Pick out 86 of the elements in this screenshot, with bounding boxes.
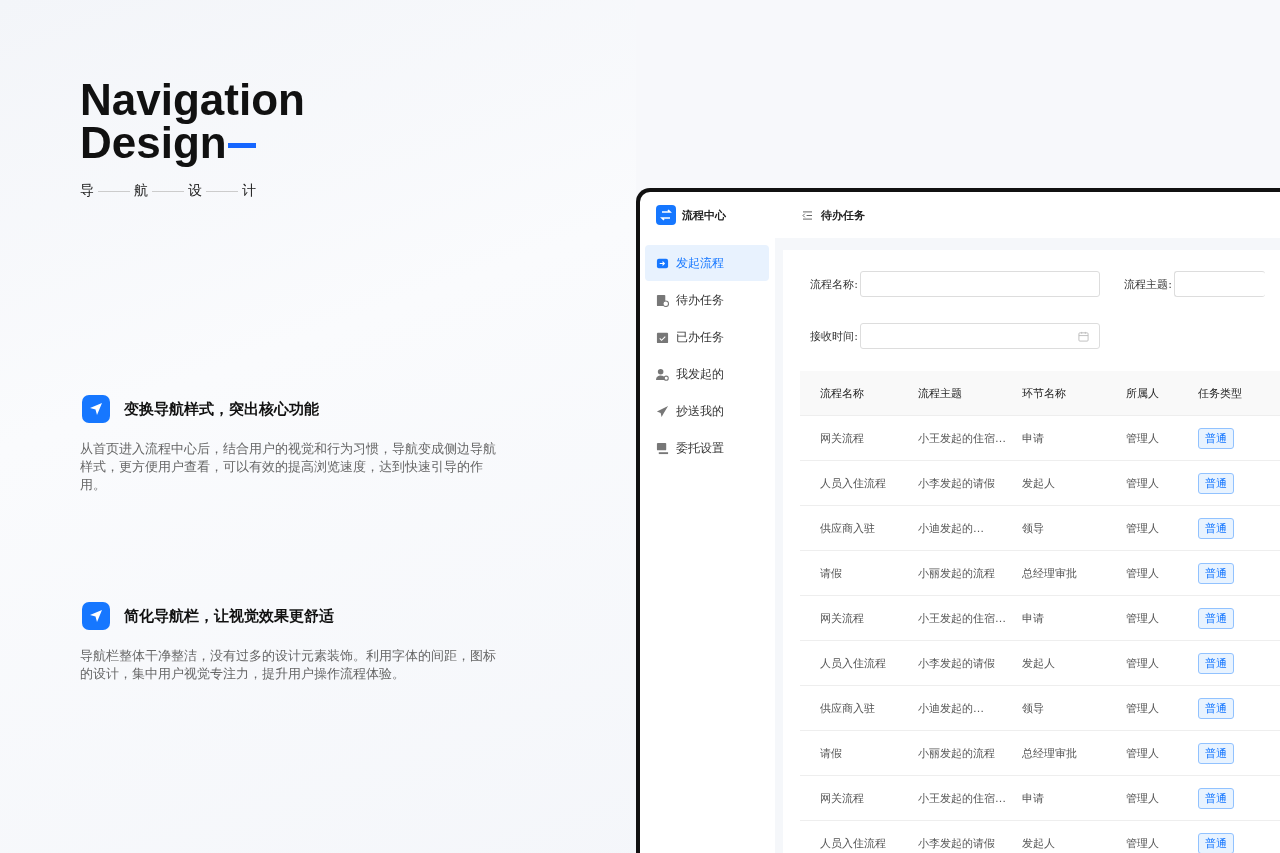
table-cell-text: 管理人 (1126, 475, 1160, 491)
table-cell-text: 管理人 (1126, 790, 1160, 806)
task-type-tag: 普通 (1198, 472, 1234, 494)
table-cell-text: 人员入住流程 (820, 475, 887, 491)
feature-heading: 简化导航栏，让视觉效果更舒适 (124, 606, 334, 626)
task-type-tag: 普通 (1198, 832, 1234, 853)
date-field[interactable] (860, 323, 1100, 349)
app-title: 流程中心 (682, 207, 726, 223)
subtitle-character: 导 (80, 182, 94, 200)
task-type-tag: 普通 (1198, 427, 1234, 449)
task-type-tag: 普通 (1198, 517, 1234, 539)
table-cell-text: 小丽发起的流程 (918, 745, 996, 761)
task-type-tag: 普通 (1198, 697, 1234, 719)
table-cell-text: 小王发起的住宿… (918, 610, 1007, 626)
table-cell-text: 人员入住流程 (820, 835, 887, 851)
table-cell-text: 发起人 (1022, 655, 1056, 671)
table-cell-text: 管理人 (1126, 430, 1160, 446)
table-cell-text: 申请 (1022, 610, 1045, 626)
table-cell-text: 管理人 (1126, 835, 1160, 851)
table-cell-text: 请假 (820, 745, 843, 761)
sidebar-item[interactable]: 委托设置 (645, 430, 769, 466)
page-title: 待办任务 (821, 207, 865, 223)
table-cell-text: 网关流程 (820, 790, 865, 806)
table-cell-text: 管理人 (1126, 700, 1160, 716)
task-type-tag: 普通 (1198, 652, 1234, 674)
table-cell-text: 小李发起的请假 (918, 655, 996, 671)
input-field[interactable] (860, 271, 1100, 297)
table-cell-text: 小丽发起的流程 (918, 565, 996, 581)
column-header: 任务类型 (1198, 385, 1243, 401)
export-icon (656, 256, 669, 270)
table-cell-text: 领导 (1022, 520, 1045, 536)
sidebar-item[interactable]: 我发起的 (645, 356, 769, 392)
sidebar-item[interactable]: 待办任务 (645, 282, 769, 318)
column-header: 流程名称 (820, 385, 865, 401)
filter-label: 接收时间: (809, 328, 858, 344)
task-type-tag: 普通 (1198, 607, 1234, 629)
table-cell-text: 供应商入驻 (820, 700, 876, 716)
column-header: 环节名称 (1022, 385, 1067, 401)
column-header: 所属人 (1126, 385, 1160, 401)
table-cell-text: 小李发起的请假 (918, 835, 996, 851)
table-cell-text: 申请 (1022, 430, 1045, 446)
table-cell-text: 小迪发起的… (918, 520, 985, 536)
subtitle-character: 设 (188, 182, 202, 200)
task-type-tag: 普通 (1198, 562, 1234, 584)
table-cell-text: 管理人 (1126, 565, 1160, 581)
subtitle-character: 计 (242, 182, 256, 200)
table-cell-text: 领导 (1022, 700, 1045, 716)
task-type-tag: 普通 (1198, 787, 1234, 809)
collapse-menu-icon[interactable] (802, 210, 813, 220)
table-cell-text: 小王发起的住宿… (918, 430, 1007, 446)
sidebar-item[interactable]: 发起流程 (645, 245, 769, 281)
subtitle-character: 航 (134, 182, 148, 200)
task-type-tag: 普通 (1198, 742, 1234, 764)
table-cell-text: 请假 (820, 565, 843, 581)
table-cell-text: 小王发起的住宿… (918, 790, 1007, 806)
feature-heading: 变换导航样式，突出核心功能 (124, 399, 319, 419)
logo-icon (656, 205, 676, 225)
table-cell-text: 人员入住流程 (820, 655, 887, 671)
table-cell-text: 总经理审批 (1022, 745, 1078, 761)
document-clock-icon (656, 293, 669, 307)
table-cell-text: 管理人 (1126, 655, 1160, 671)
input-field[interactable] (1174, 271, 1265, 297)
filter-label: 流程主题: (1123, 276, 1172, 292)
paper-plane-icon (656, 404, 669, 418)
table-cell-text: 申请 (1022, 790, 1045, 806)
table-cell-text: 小迪发起的… (918, 700, 985, 716)
table-cell-text: 发起人 (1022, 835, 1056, 851)
feature-description: 从首页进入流程中心后，结合用户的视觉和行为习惯，导航变成侧边导航样式，更方便用户查看，可以有效的提高浏览速度，达到快速引导的作用。 (80, 440, 497, 494)
feature-description: 导航栏整体干净整洁，没有过多的设计元素装饰。利用字体的间距，图标的设计，集中用户视觉专注力，提升用户操作流程体验。 (80, 647, 497, 683)
table-cell-text: 小李发起的请假 (918, 475, 996, 491)
table-cell-text: 管理人 (1126, 610, 1160, 626)
table-cell-text: 网关流程 (820, 610, 865, 626)
table-cell-text: 管理人 (1126, 520, 1160, 536)
table-cell-text: 网关流程 (820, 430, 865, 446)
sidebar-item[interactable]: 抄送我的 (645, 393, 769, 429)
calendar-check-icon (656, 330, 669, 344)
sidebar-item[interactable]: 已办任务 (645, 319, 769, 355)
accent-bar (227, 143, 256, 148)
calendar-icon (1078, 330, 1089, 342)
table-cell-text: 供应商入驻 (820, 520, 876, 536)
table-cell-text: 发起人 (1022, 475, 1056, 491)
table-cell-text: 总经理审批 (1022, 565, 1078, 581)
user-gear-icon (656, 367, 669, 381)
filter-label: 流程名称: (809, 276, 858, 292)
table-cell-text: 管理人 (1126, 745, 1160, 761)
column-header: 流程主题 (918, 385, 963, 401)
